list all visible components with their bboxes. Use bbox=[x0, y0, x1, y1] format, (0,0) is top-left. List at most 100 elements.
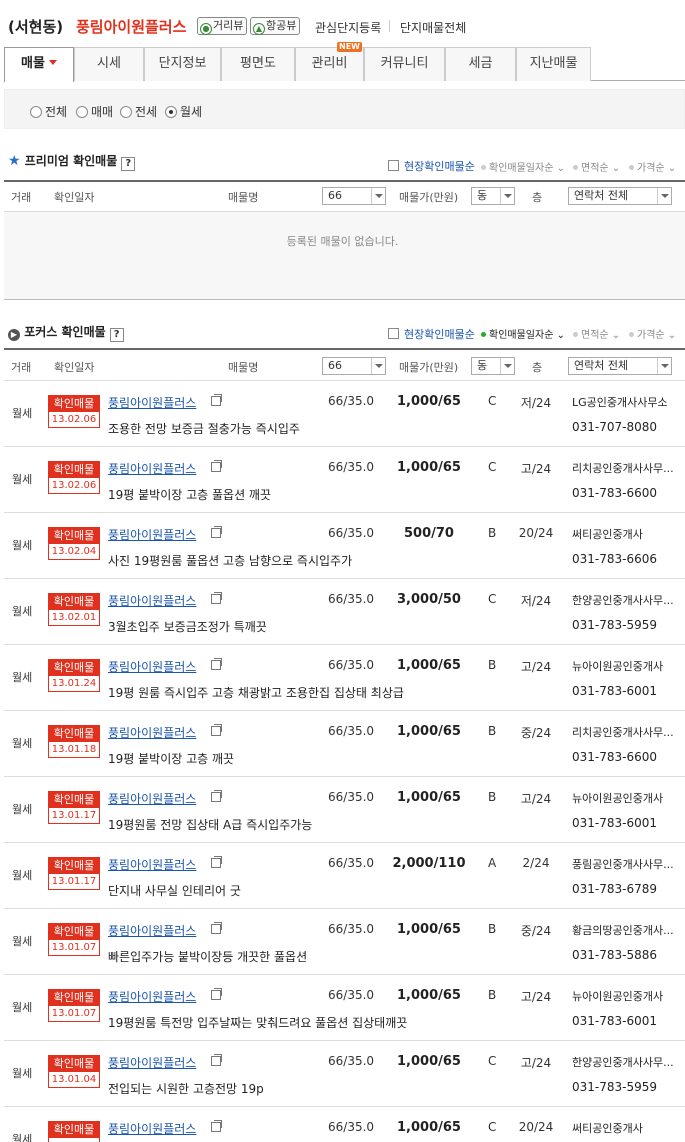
tab-market-price[interactable]: 시세 bbox=[74, 47, 144, 81]
plane-icon: ▲ bbox=[253, 23, 265, 35]
open-window-icon[interactable] bbox=[211, 790, 222, 802]
listing-name-link[interactable]: 풍림아이원플러스 bbox=[108, 460, 196, 477]
listing-price: 1,000/65 bbox=[397, 790, 461, 805]
listing-row[interactable]: 월세 확인매물 13.01.18 풍림아이원플러스 19평 붙박이장 고층 깨끗 66/3… bbox=[4, 711, 685, 777]
listing-name-link[interactable]: 풍림아이원플러스 bbox=[108, 988, 196, 1005]
agency-name[interactable]: 뉴아이원공인중개사 bbox=[572, 658, 680, 674]
tab-tax[interactable]: 세금 bbox=[445, 47, 516, 81]
listing-row[interactable]: 월세 확인매물 13.01.04 풍림아이원플러스 전입되는 시원한 고층전망 19p 6… bbox=[4, 1041, 685, 1107]
radio-jeonse[interactable]: 전세 bbox=[120, 103, 157, 120]
tab-complex-info[interactable]: 단지정보 bbox=[144, 47, 221, 81]
agency-name[interactable]: 뉴아이원공인중개사 bbox=[572, 988, 680, 1004]
open-window-icon[interactable] bbox=[211, 922, 222, 934]
listing-name-link[interactable]: 풍림아이원플러스 bbox=[108, 526, 196, 543]
agency-name[interactable]: 리치공인중개사사무... bbox=[572, 724, 680, 740]
listing-row[interactable]: 월세 확인매물 13.01.07 풍림아이원플러스 19평원룸 특전망 입주날짜는 맞춰… bbox=[4, 975, 685, 1041]
listing-row[interactable]: 월세 확인매물 13.01.07 풍림아이원플러스 빠른입주가능 붙박이장등 개끗한 풀… bbox=[4, 909, 685, 975]
listing-name-link[interactable]: 풍림아이원플러스 bbox=[108, 658, 196, 675]
chevron-down-icon bbox=[657, 188, 671, 204]
listing-row[interactable]: 월세 확인매물 13.02.01 풍림아이원플러스 3월초입주 보증금조정가 특깨끗 66… bbox=[4, 579, 685, 645]
listing-floor: 중/24 bbox=[520, 726, 552, 740]
register-complex-link[interactable]: 관심단지등록 bbox=[315, 19, 381, 36]
trade-type: 월세 bbox=[12, 473, 33, 486]
sort-by-price[interactable]: 가격순 ⌄ bbox=[629, 326, 676, 341]
listing-dong: C bbox=[488, 1120, 497, 1134]
verified-date: 13.02.06 bbox=[51, 480, 97, 491]
listing-row[interactable]: 월세 확인매물 13.01.17 풍림아이원플러스 단지내 사무실 인테리어 굿 66/3… bbox=[4, 843, 685, 909]
listing-name-link[interactable]: 풍림아이원플러스 bbox=[108, 394, 196, 411]
listing-dong: C bbox=[488, 592, 497, 606]
listing-price: 1,000/65 bbox=[397, 394, 461, 409]
agency-name[interactable]: 뉴아이원공인중개사 bbox=[572, 790, 680, 806]
open-window-icon[interactable] bbox=[211, 856, 222, 868]
listing-name-link[interactable]: 풍림아이원플러스 bbox=[108, 856, 196, 873]
agency-name[interactable]: 한양공인중개사사무... bbox=[572, 592, 680, 608]
dong-select[interactable]: 동 bbox=[471, 187, 515, 205]
listing-name-link[interactable]: 풍림아이원플러스 bbox=[108, 790, 196, 807]
tab-maintenance-fee[interactable]: 관리비 bbox=[295, 47, 364, 81]
onsite-sort-checkbox[interactable]: 현장확인매물순 bbox=[388, 326, 475, 342]
chevron-down-icon bbox=[500, 358, 514, 374]
radio-all[interactable]: 전체 bbox=[30, 103, 67, 120]
agency-name[interactable]: 황금의땅공인중개사... bbox=[572, 922, 680, 938]
sort-by-date[interactable]: 확인매물일자순 ⌄ bbox=[481, 326, 565, 341]
listing-row[interactable]: 월세 확인매물 풍림아이원플러스 66/35.0 1,000/65 C 20/24 써티공인중… bbox=[4, 1107, 685, 1142]
street-view-button[interactable]: ● 거리뷰 bbox=[197, 17, 248, 35]
listing-name-link[interactable]: 풍림아이원플러스 bbox=[108, 922, 196, 939]
open-window-icon[interactable] bbox=[211, 526, 222, 538]
agency-name[interactable]: LG공인중개사사무소 bbox=[572, 394, 680, 410]
listing-name-link[interactable]: 풍림아이원플러스 bbox=[108, 1054, 196, 1071]
agency-name[interactable]: 리치공인중개사사무... bbox=[572, 460, 680, 476]
complex-name[interactable]: 풍림아이원플러스 bbox=[76, 16, 186, 37]
onsite-sort-checkbox[interactable]: 현장확인매물순 bbox=[388, 158, 475, 174]
listing-name-link[interactable]: 풍림아이원플러스 bbox=[108, 592, 196, 609]
listing-row[interactable]: 월세 확인매물 13.02.06 풍림아이원플러스 19평 붙박이장 고층 풀옵션 깨끗… bbox=[4, 447, 685, 513]
location-label: (서현동) bbox=[8, 18, 64, 36]
open-window-icon[interactable] bbox=[211, 394, 222, 406]
verified-label: 확인매물 bbox=[49, 990, 99, 1006]
open-window-icon[interactable] bbox=[211, 592, 222, 604]
contact-select[interactable]: 연락처 전체 bbox=[568, 187, 672, 205]
sort-by-area[interactable]: 면적순 ⌄ bbox=[573, 159, 620, 174]
agency-name[interactable]: 풍림공인중개사사무... bbox=[572, 856, 680, 872]
col-name: 매물명 bbox=[228, 191, 259, 204]
open-window-icon[interactable] bbox=[211, 1120, 222, 1132]
sort-by-price[interactable]: 가격순 ⌄ bbox=[629, 159, 676, 174]
help-icon[interactable]: ? bbox=[121, 157, 136, 171]
col-floor: 층 bbox=[532, 191, 543, 204]
trade-type: 월세 bbox=[12, 737, 33, 750]
listing-row[interactable]: 월세 확인매물 13.02.06 풍림아이원플러스 조용한 전망 보증금 절충가능 즉시… bbox=[4, 381, 685, 447]
agency-name[interactable]: 써티공인중개사 bbox=[572, 526, 680, 542]
listing-row[interactable]: 월세 확인매물 13.02.04 풍림아이원플러스 사진 19평원룸 풀옵션 고층 남향… bbox=[4, 513, 685, 579]
area-select[interactable]: 66 bbox=[322, 187, 386, 205]
open-window-icon[interactable] bbox=[211, 658, 222, 670]
open-window-icon[interactable] bbox=[211, 460, 222, 472]
agency-name[interactable]: 써티공인중개사 bbox=[572, 1120, 680, 1136]
all-listings-link[interactable]: 단지매물전체 bbox=[400, 19, 466, 36]
listing-description: 단지내 사무실 인테리어 굿 bbox=[108, 884, 241, 898]
sort-by-area[interactable]: 면적순 ⌄ bbox=[573, 326, 620, 341]
verified-badge: 확인매물 13.01.24 bbox=[48, 659, 100, 692]
tab-listings[interactable]: 매물 bbox=[4, 47, 74, 82]
listing-name-link[interactable]: 풍림아이원플러스 bbox=[108, 1120, 196, 1137]
listing-row[interactable]: 월세 확인매물 13.01.17 풍림아이원플러스 19평원룸 전망 집상태 A급 즉시… bbox=[4, 777, 685, 843]
aerial-view-button[interactable]: ▲ 항공뷰 bbox=[250, 17, 301, 35]
open-window-icon[interactable] bbox=[211, 988, 222, 1000]
listing-name-link[interactable]: 풍림아이원플러스 bbox=[108, 724, 196, 741]
listing-row[interactable]: 월세 확인매물 13.01.24 풍림아이원플러스 19평 원룸 즉시입주 고층 채광밝… bbox=[4, 645, 685, 711]
tab-past-listings[interactable]: 지난매물 bbox=[516, 47, 591, 81]
sort-by-date[interactable]: 확인매물일자순 ⌄ bbox=[481, 159, 565, 174]
contact-select[interactable]: 연락처 전체 bbox=[568, 357, 672, 375]
area-select[interactable]: 66 bbox=[322, 357, 386, 375]
radio-monthly[interactable]: 월세 bbox=[165, 103, 202, 120]
radio-sale[interactable]: 매매 bbox=[76, 103, 113, 120]
agency-name[interactable]: 한양공인중개사사무... bbox=[572, 1054, 680, 1070]
verified-badge: 확인매물 13.02.06 bbox=[48, 461, 100, 494]
agency-phone: 031-783-5959 bbox=[572, 618, 658, 632]
open-window-icon[interactable] bbox=[211, 1054, 222, 1066]
dong-select[interactable]: 동 bbox=[471, 357, 515, 375]
tab-floor-plan[interactable]: 평면도 bbox=[221, 47, 295, 81]
help-icon[interactable]: ? bbox=[109, 328, 124, 342]
open-window-icon[interactable] bbox=[211, 724, 222, 736]
tab-community[interactable]: 커뮤니티 bbox=[364, 47, 445, 81]
